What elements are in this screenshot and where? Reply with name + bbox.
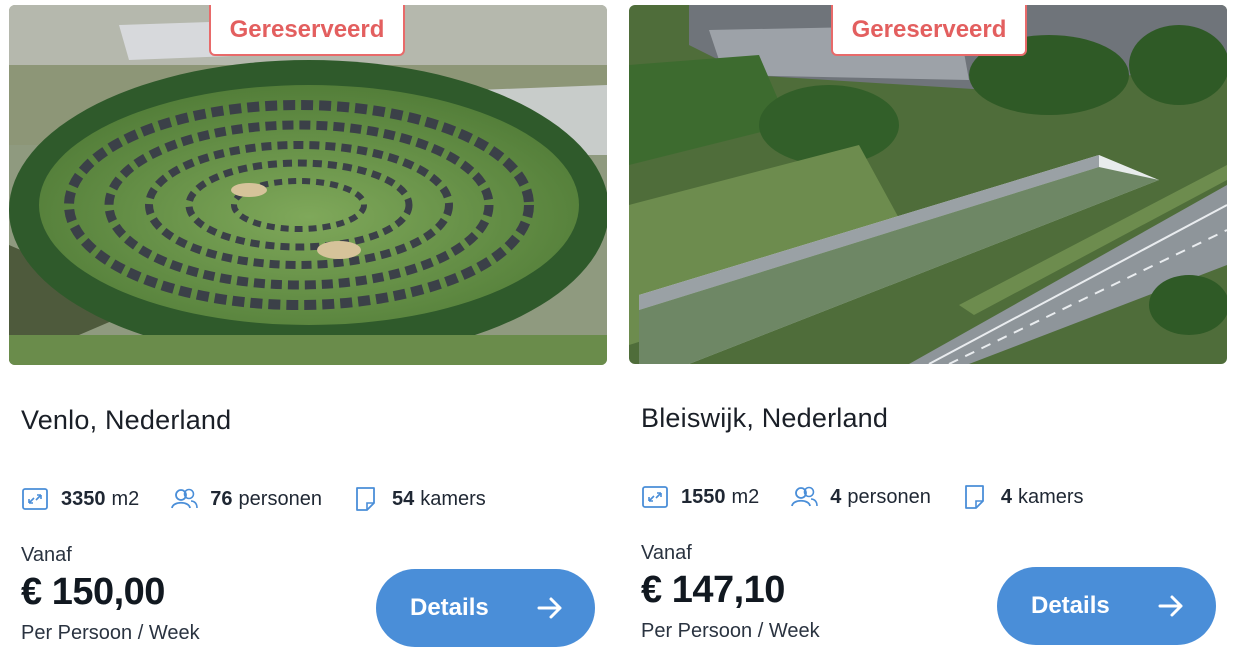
rooms-label: kamers xyxy=(420,487,486,510)
details-button-label: Details xyxy=(410,594,489,621)
price-period: Per Persoon / Week xyxy=(641,620,820,642)
details-button-label: Details xyxy=(1031,592,1110,619)
expand-area-icon xyxy=(21,485,49,513)
status-badge: Gereserveerd xyxy=(209,5,405,56)
arrow-right-icon xyxy=(1158,594,1184,618)
feature-area: 3350 m2 xyxy=(21,485,139,513)
rooms-value: 54 xyxy=(391,487,415,510)
persons-label: personen xyxy=(847,485,931,508)
door-icon xyxy=(961,483,989,511)
people-icon xyxy=(170,485,199,513)
price-value: € 147,10 xyxy=(641,569,785,611)
area-unit: m2 xyxy=(731,485,760,508)
feature-persons: 4 personen xyxy=(790,483,931,511)
listing-card-bleiswijk: Gereserveerd Bleiswijk, Nederland 1550 m… xyxy=(629,0,1227,665)
listing-location[interactable]: Bleiswijk, Nederland xyxy=(641,403,888,434)
people-icon xyxy=(790,483,819,511)
arrow-right-icon xyxy=(537,596,563,620)
feature-persons: 76 personen xyxy=(170,485,322,513)
price-prefix: Vanaf xyxy=(641,542,692,564)
feature-row: 3350 m2 76 personen 54 kamers xyxy=(21,484,510,514)
persons-value: 4 xyxy=(830,485,842,508)
status-badge: Gereserveerd xyxy=(831,5,1027,56)
rooms-label: kamers xyxy=(1017,485,1084,508)
price-prefix: Vanaf xyxy=(21,544,72,566)
price-value: € 150,00 xyxy=(21,571,165,613)
area-value: 3350 xyxy=(61,487,106,510)
rooms-value: 4 xyxy=(1000,485,1012,508)
aerial-park-image xyxy=(9,5,607,365)
feature-area: 1550 m2 xyxy=(641,483,759,511)
details-button[interactable]: Details xyxy=(376,569,595,647)
feature-rooms: 4 kamers xyxy=(961,483,1084,511)
listing-card-venlo: Gereserveerd Venlo, Nederland 3350 m2 76… xyxy=(9,0,607,665)
persons-value: 76 xyxy=(210,487,233,510)
door-icon xyxy=(352,485,380,513)
area-unit: m2 xyxy=(111,487,140,510)
listing-photo-aerial-building[interactable] xyxy=(629,5,1227,364)
listing-photo-aerial-park[interactable] xyxy=(9,5,607,365)
expand-area-icon xyxy=(641,483,669,511)
feature-row: 1550 m2 4 personen 4 kamers xyxy=(641,482,1108,512)
area-value: 1550 xyxy=(681,485,726,508)
listing-location[interactable]: Venlo, Nederland xyxy=(21,405,231,436)
details-button[interactable]: Details xyxy=(997,567,1216,645)
price-period: Per Persoon / Week xyxy=(21,622,200,644)
persons-label: personen xyxy=(238,487,322,510)
aerial-building-image xyxy=(629,5,1227,364)
feature-rooms: 54 kamers xyxy=(352,485,486,513)
